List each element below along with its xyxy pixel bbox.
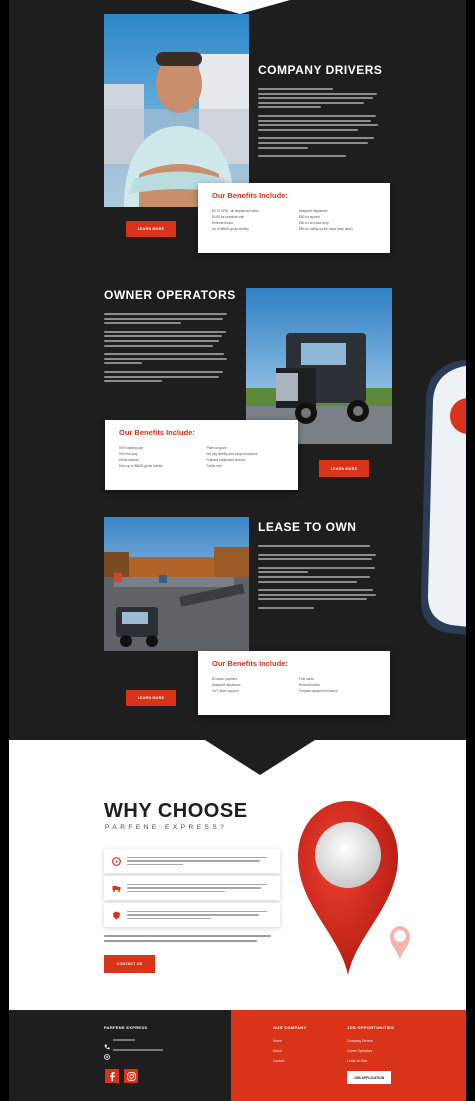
job-opportunities-heading: JOB OPPORTUNITIES [347,1025,395,1030]
feature-card-3 [104,903,280,927]
footer-link-lease-to-own[interactable]: Lease to Own [347,1059,367,1063]
owner-operators-learn-more-button[interactable]: LEARN MORE [319,460,369,477]
lease-to-own-title: LEASE TO OWN [258,520,357,534]
top-notch [190,0,290,14]
facebook-icon[interactable] [105,1069,119,1083]
why-choose-text [104,935,274,944]
benefit-item: Prepass equipment finance [299,689,338,693]
footer-left [9,1010,231,1101]
benefit-item: $50 for rolling up the tarps (step deck) [299,227,353,231]
page-edge-left [0,0,9,1101]
benefit-item: Trailer rent [206,464,222,468]
company-drivers-text [258,88,383,160]
company-drivers-learn-more-button[interactable]: LEARN MORE [126,221,176,237]
benefits-heading: Our Benefits Include: [212,659,288,668]
footer-right [231,1010,466,1101]
benefit-item: Earn up to $8600 gross weekly [119,464,163,468]
company-drivers-photo [104,14,249,207]
benefits-heading: Our Benefits Include: [119,428,195,437]
job-application-button[interactable]: JOB APPLICATION [347,1071,391,1084]
footer-link-owner-operators[interactable]: Owner Operators [347,1049,372,1053]
email-placeholder [113,1049,163,1051]
shield-icon [112,911,121,920]
map-pin-small-icon [388,925,412,961]
section-divider-notch [205,740,315,775]
instagram-icon[interactable] [124,1069,138,1083]
owner-operators-benefits: Our Benefits Include: 90% starting pay 9… [105,420,298,490]
lease-to-own-text [258,545,382,612]
page-edge-right [466,0,475,1101]
lease-to-own-learn-more-button[interactable]: LEARN MORE [126,690,176,706]
why-choose-subtitle: PARFENE EXPRESS? [105,824,228,831]
benefits-heading: Our Benefits Include: [212,191,288,200]
footer-link-home[interactable]: Home [273,1039,282,1043]
company-drivers-title: COMPANY DRIVERS [258,63,383,77]
our-company-heading: OUR COMPANY [273,1025,307,1030]
truck-icon [112,884,121,893]
owner-operators-title: OWNER OPERATORS [104,288,236,302]
company-drivers-benefits: Our Benefits Include: $0.70 CPM - all di… [198,183,390,253]
feature-card-1 [104,849,280,873]
why-choose-title: WHY CHOOSE [104,800,248,822]
steering-wheel-icon [112,856,121,866]
footer-link-about[interactable]: About [273,1049,282,1053]
phone-number-placeholder [113,1039,135,1041]
footer-link-contact[interactable]: Contact [273,1059,284,1063]
owner-operators-text [104,313,232,385]
lease-to-own-photo [104,517,249,651]
email-icon [104,1047,110,1060]
contact-us-button[interactable]: CONTACT US [104,955,155,973]
phone-icon [104,1037,110,1050]
benefit-item: 24/7 driver support [212,689,239,693]
footer-brand: PARFENE EXPRESS [104,1025,148,1030]
footer-link-company-drivers[interactable]: Company Drivers [347,1039,372,1043]
feature-card-2 [104,876,280,900]
lease-to-own-benefits: Our Benefits Include: $0 down payment As… [198,651,390,715]
benefit-item: Up to $8600 gross weekly [212,227,249,231]
